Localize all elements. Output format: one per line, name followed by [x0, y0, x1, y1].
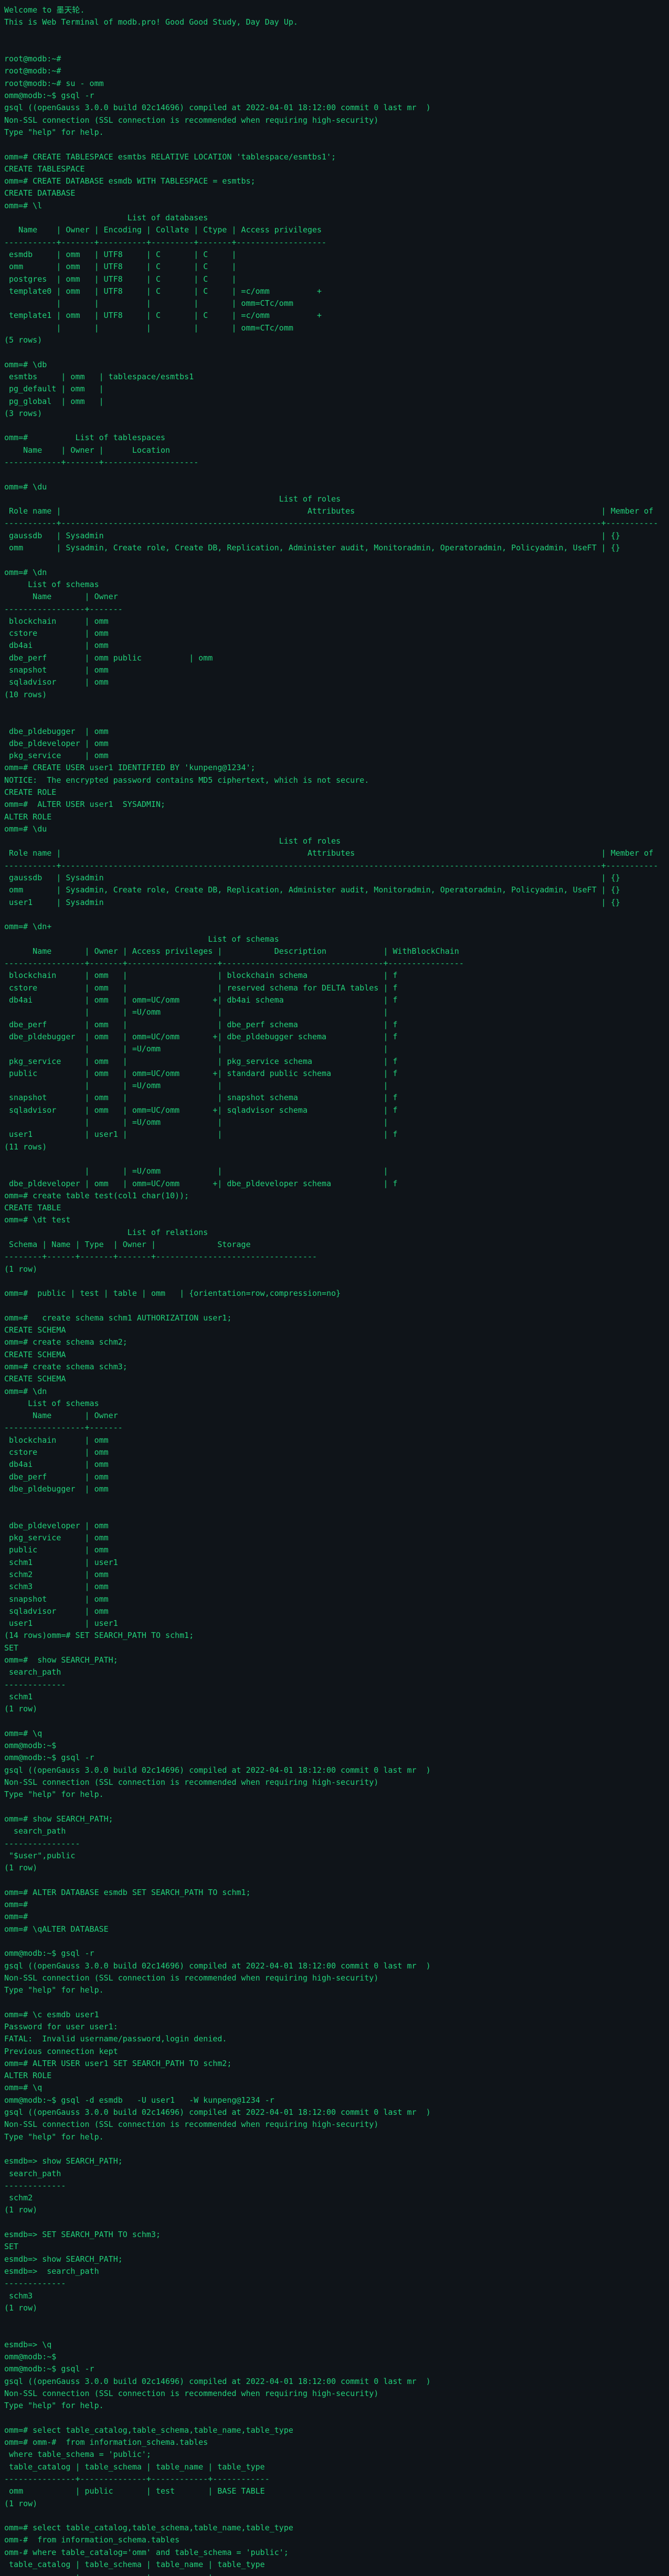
- terminal-output: Welcome to 墨天轮. This is Web Terminal of …: [4, 5, 659, 2576]
- web-terminal[interactable]: Welcome to 墨天轮. This is Web Terminal of …: [0, 0, 669, 2576]
